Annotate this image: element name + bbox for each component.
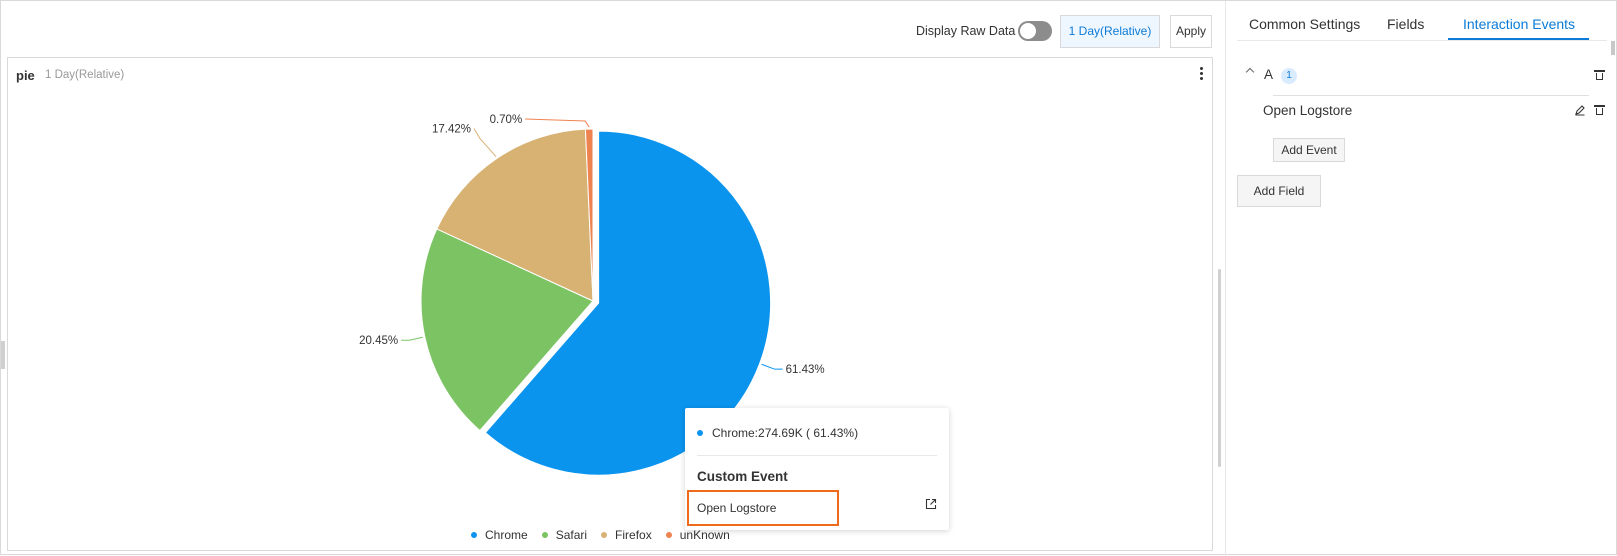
tab-fields[interactable]: Fields bbox=[1387, 16, 1424, 32]
legend-label: Firefox bbox=[615, 528, 652, 542]
legend-label: Chrome bbox=[485, 528, 528, 542]
legend-dot bbox=[665, 532, 672, 538]
label-line-unknown bbox=[525, 118, 590, 128]
slice-label-safari: 20.45% bbox=[359, 335, 398, 347]
app-frame: Display Raw Data 1 Day(Relative) Apply p… bbox=[0, 0, 1617, 556]
tooltip-entry-text: Chrome:274.69K ( 61.43%) bbox=[712, 426, 859, 440]
tooltip-section-title: Custom Event bbox=[697, 469, 788, 484]
settings-tabs: Common Settings Fields Interaction Event… bbox=[1237, 1, 1607, 41]
group-count-badge: 1 bbox=[1281, 68, 1297, 84]
legend-label: unKnown bbox=[679, 528, 730, 542]
toggle-knob bbox=[1020, 23, 1036, 39]
group-divider bbox=[1273, 95, 1589, 96]
legend-dot bbox=[541, 532, 548, 538]
tab-common-settings[interactable]: Common Settings bbox=[1249, 16, 1360, 32]
delete-group-icon[interactable] bbox=[1594, 69, 1605, 81]
chart-toolbar: Display Raw Data 1 Day(Relative) Apply bbox=[1, 15, 1216, 49]
active-tab-indicator bbox=[1448, 38, 1589, 40]
legend-dot bbox=[471, 532, 477, 538]
chart-tooltip: Chrome:274.69K ( 61.43%) Custom Event Op… bbox=[685, 408, 949, 530]
open-logstore-link[interactable]: Open Logstore bbox=[687, 490, 839, 526]
tab-interaction-events[interactable]: Interaction Events bbox=[1463, 16, 1575, 32]
slice-label-chrome: 61.43% bbox=[786, 364, 825, 376]
pie-chart: 61.43% 20.45% 17.42% 0.70% bbox=[359, 114, 825, 476]
tooltip-divider bbox=[697, 455, 937, 456]
display-raw-data-toggle[interactable] bbox=[1018, 21, 1052, 41]
label-line-safari bbox=[401, 336, 423, 341]
legend-dot bbox=[601, 532, 608, 538]
chart-panel: pie 1 Day(Relative) 61.43% 20.45% 17.42% 0.… bbox=[7, 57, 1213, 551]
tooltip-series-dot bbox=[697, 430, 703, 436]
panel-divider bbox=[1225, 1, 1226, 556]
left-scrollbar[interactable] bbox=[1218, 269, 1221, 467]
slice-label-firefox: 17.42% bbox=[432, 124, 471, 136]
legend-item-unknown[interactable]: unKnown bbox=[665, 528, 730, 542]
edit-event-icon[interactable] bbox=[1574, 104, 1586, 116]
apply-button[interactable]: Apply bbox=[1170, 15, 1212, 48]
add-field-button[interactable]: Add Field bbox=[1237, 175, 1321, 207]
tooltip-entry: Chrome:274.69K ( 61.43%) bbox=[697, 426, 858, 440]
legend-label: Safari bbox=[555, 528, 588, 542]
left-resize-handle[interactable] bbox=[1, 341, 5, 369]
legend-item-firefox[interactable]: Firefox bbox=[601, 528, 652, 542]
time-range-button[interactable]: 1 Day(Relative) bbox=[1060, 15, 1160, 48]
group-name: A bbox=[1264, 67, 1274, 82]
external-link-icon[interactable] bbox=[925, 498, 937, 510]
event-name: Open Logstore bbox=[1263, 103, 1353, 118]
label-line-chrome bbox=[761, 363, 783, 370]
collapse-chevron-icon[interactable] bbox=[1245, 67, 1255, 77]
legend-item-chrome[interactable]: Chrome bbox=[471, 528, 528, 542]
display-raw-data-label: Display Raw Data bbox=[916, 24, 1016, 38]
legend-item-safari[interactable]: Safari bbox=[541, 528, 588, 542]
delete-event-icon[interactable] bbox=[1594, 104, 1605, 116]
right-scrollbar[interactable] bbox=[1611, 41, 1615, 55]
label-line-firefox bbox=[473, 128, 497, 157]
slice-label-unknown: 0.70% bbox=[490, 114, 523, 126]
add-event-button[interactable]: Add Event bbox=[1273, 138, 1345, 162]
